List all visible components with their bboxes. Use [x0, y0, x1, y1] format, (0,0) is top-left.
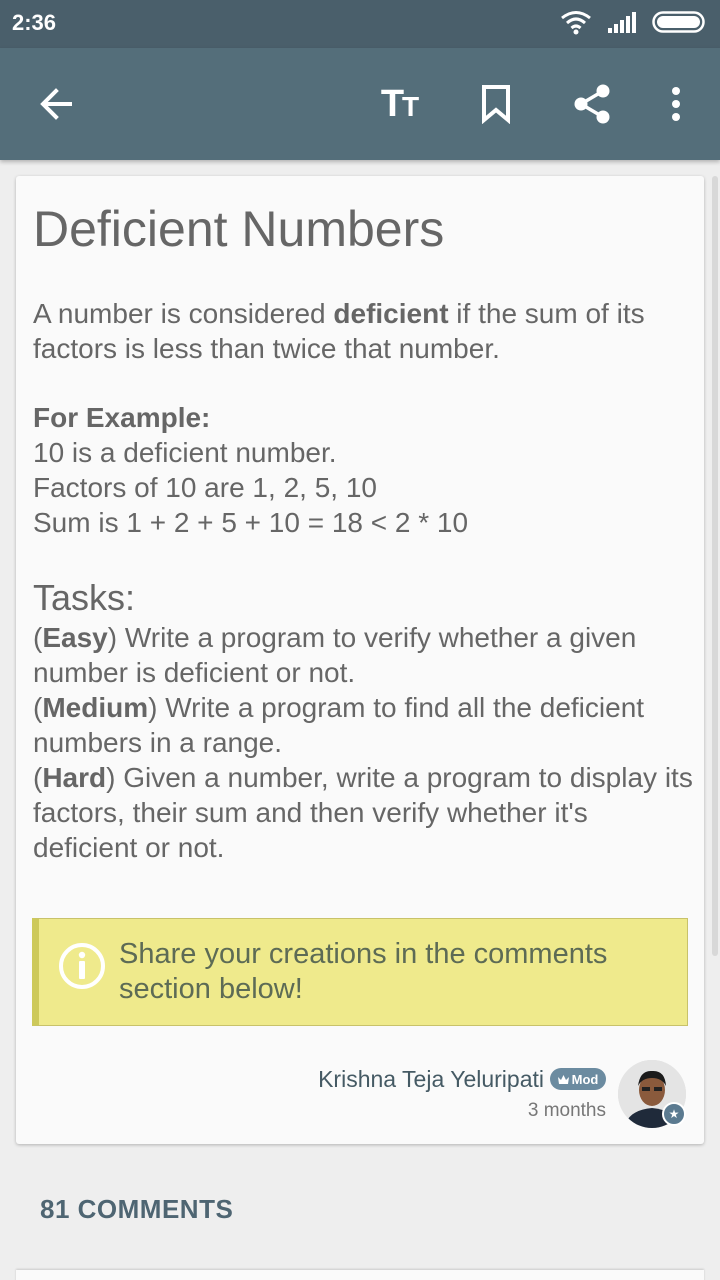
- text-size-icon: TT: [381, 83, 419, 126]
- task-item-medium: (Medium) Write a program to find all the…: [33, 692, 645, 758]
- example-line-2: Factors of 10 are 1, 2, 5, 10: [33, 472, 377, 503]
- author-name[interactable]: Krishna Teja Yeluripati: [318, 1066, 544, 1093]
- signal-icon: [606, 10, 638, 39]
- scrollbar[interactable]: [712, 176, 718, 956]
- star-badge-icon: ★: [662, 1102, 686, 1126]
- tasks-heading: Tasks:: [33, 577, 136, 618]
- comments-count[interactable]: 81 COMMENTS: [40, 1194, 233, 1225]
- more-options-button[interactable]: [648, 76, 704, 132]
- bookmark-icon: [482, 85, 510, 124]
- callout-text: Share your creations in the comments sec…: [119, 938, 608, 1005]
- mod-badge-label: Mod: [571, 1071, 599, 1087]
- intro-text-before: A number is considered: [33, 298, 334, 329]
- tasks-section: Tasks: (Easy) Write a program to verify …: [33, 576, 693, 865]
- wifi-icon: [560, 9, 592, 40]
- back-button[interactable]: [28, 76, 84, 132]
- intro-paragraph: A number is considered deficient if the …: [33, 296, 693, 366]
- task-level-medium: Medium: [42, 692, 149, 723]
- info-callout: Share your creations in the comments sec…: [32, 918, 688, 1026]
- status-icons: [560, 10, 708, 38]
- mod-badge: Mod: [550, 1068, 606, 1090]
- status-time: 2:36: [12, 10, 57, 35]
- bookmark-button[interactable]: [468, 76, 524, 132]
- example-heading: For Example:: [33, 400, 693, 435]
- text-size-button[interactable]: TT: [372, 76, 428, 132]
- task-text-hard: Given a number, write a program to displ…: [33, 762, 693, 863]
- example-line-1: 10 is a deficient number.: [33, 437, 337, 468]
- article-title: Deficient Numbers: [33, 201, 445, 257]
- battery-icon: [652, 10, 708, 39]
- crown-icon: [557, 1074, 569, 1084]
- share-icon: [574, 84, 610, 124]
- intro-bold-term: deficient: [333, 298, 449, 329]
- example-heading-text: For Example:: [33, 402, 211, 433]
- post-time: 3 months: [527, 1100, 606, 1121]
- task-item-hard: (Hard) Given a number, write a program t…: [33, 762, 693, 863]
- back-arrow-icon: [40, 88, 72, 120]
- article-card: Deficient Numbers A number is considered…: [16, 176, 704, 1144]
- task-level-hard: Hard: [42, 762, 107, 793]
- example-section: For Example: 10 is a deficient number. F…: [33, 400, 693, 540]
- text-size-small-t: T: [402, 90, 420, 122]
- task-item-easy: (Easy) Write a program to verify whether…: [33, 622, 637, 688]
- comment-card-peek: [16, 1270, 704, 1280]
- text-size-big-t: T: [380, 82, 405, 125]
- share-button[interactable]: [564, 76, 620, 132]
- more-vert-icon: [672, 87, 680, 121]
- status-bar: 2:36: [0, 0, 720, 48]
- info-icon: [59, 943, 105, 989]
- app-bar: TT: [0, 48, 720, 160]
- example-line-3: Sum is 1 + 2 + 5 + 10 = 18 < 2 * 10: [33, 507, 469, 538]
- task-level-easy: Easy: [42, 622, 108, 653]
- task-text-easy: Write a program to verify whether a give…: [33, 622, 637, 688]
